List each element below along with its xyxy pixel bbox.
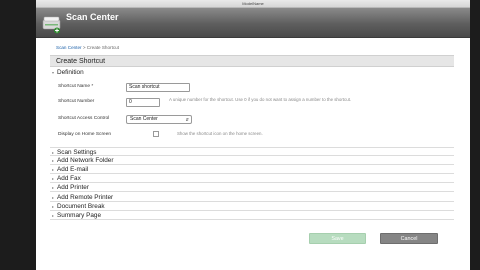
section-add-network-folder[interactable]: ▸ Add Network Folder [50, 156, 454, 165]
section-label: Scan Settings [57, 149, 97, 156]
access-control-select[interactable]: Scan Center ⇵ [126, 115, 192, 124]
right-letterbox [470, 0, 480, 270]
page-title: Create Shortcut [50, 55, 454, 67]
section-label: Add Remote Printer [57, 194, 114, 201]
select-arrows-icon: ⇵ [185, 117, 189, 122]
scanner-icon [42, 16, 61, 34]
access-control-value: Scan Center [130, 116, 158, 122]
breadcrumb-current: Create Shortcut [86, 45, 119, 50]
section-label: Document Break [57, 203, 105, 210]
breadcrumb: Scan Center > Create Shortcut [56, 45, 119, 50]
section-add-remote-printer[interactable]: ▸ Add Remote Printer [50, 193, 454, 202]
section-label: Add Printer [57, 184, 89, 191]
app-header: Scan Center [36, 8, 470, 38]
access-control-label: Shortcut Access Control [58, 116, 110, 121]
section-label: Add Network Folder [57, 157, 114, 164]
shortcut-number-input[interactable]: 0 [126, 98, 160, 107]
app-title: Scan Center [66, 12, 119, 22]
section-label: Add E-mail [57, 166, 89, 173]
window-titlebar: ModelName [36, 0, 470, 8]
cancel-button[interactable]: Cancel [380, 233, 438, 244]
shortcut-number-hint: A unique number for the shortcut. Use 0 … [169, 97, 352, 102]
section-definition-label: Definition [57, 69, 84, 76]
shortcut-name-input[interactable]: Scan shortcut [126, 83, 190, 92]
section-summary-page[interactable]: ▸ Summary Page [50, 211, 454, 220]
shortcut-number-label: Shortcut Number [58, 99, 95, 104]
left-letterbox [0, 0, 36, 270]
shortcut-name-label: Shortcut Name * [58, 84, 94, 89]
section-add-fax[interactable]: ▸ Add Fax [50, 174, 454, 183]
section-add-printer[interactable]: ▸ Add Printer [50, 183, 454, 192]
save-button[interactable]: Save [309, 233, 366, 244]
section-definition[interactable]: ▾ Definition [50, 68, 454, 77]
display-home-hint: Show the shortcut icon on the home scree… [177, 131, 263, 136]
section-document-break[interactable]: ▸ Document Break [50, 202, 454, 211]
breadcrumb-link-scan-center[interactable]: Scan Center [56, 45, 82, 50]
section-label: Add Fax [57, 175, 81, 182]
section-label: Summary Page [57, 212, 102, 219]
section-add-email[interactable]: ▸ Add E-mail [50, 165, 454, 174]
display-home-checkbox[interactable] [153, 131, 159, 137]
app-window: ModelName Scan Center Scan Center > Crea… [36, 0, 470, 270]
display-home-label: Display on Home Screen [58, 132, 112, 137]
section-scan-settings[interactable]: ▸ Scan Settings [50, 147, 454, 156]
